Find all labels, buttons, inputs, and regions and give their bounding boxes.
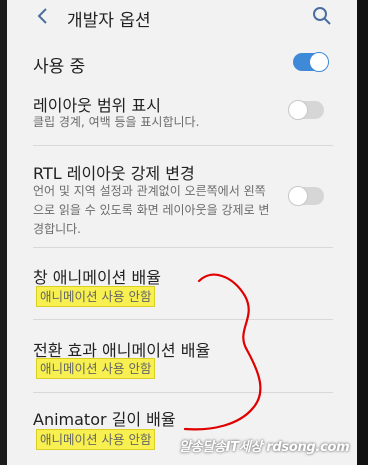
master-toggle-label: 사용 중 xyxy=(33,57,86,77)
item-title: 창 애니메이션 배율 xyxy=(33,268,161,287)
force-rtl-toggle[interactable] xyxy=(288,186,324,206)
page-title: 개발자 옵션 xyxy=(67,11,151,31)
item-value-highlighted: 애니메이션 사용 안함 xyxy=(36,429,156,450)
list-item-window-animation-scale[interactable]: 창 애니메이션 배율 애니메이션 사용 안함 xyxy=(7,258,357,310)
chevron-left-icon[interactable] xyxy=(33,5,55,27)
developer-options-master-row[interactable]: 사용 중 xyxy=(7,44,357,80)
list-item-show-layout-bounds[interactable]: 레이아웃 범위 표시 클립 경계, 여백 등을 표시합니다. xyxy=(7,88,357,138)
show-layout-bounds-toggle[interactable] xyxy=(288,100,324,120)
item-description: 언어 및 지역 설정과 관계없이 오른쪽에서 왼쪽으로 읽을 수 있도록 화면 … xyxy=(33,184,270,236)
app-bar: 개발자 옵션 xyxy=(7,0,357,34)
item-title: Animator 길이 배율 xyxy=(33,410,176,429)
divider xyxy=(33,247,333,248)
right-frame-edge xyxy=(357,0,368,465)
settings-screen: 개발자 옵션 사용 중 레이아웃 범위 표시 클립 경계, 여백 등을 표시합니… xyxy=(7,0,357,465)
item-description: 클립 경계, 여백 등을 표시합니다. xyxy=(33,115,200,129)
search-icon[interactable] xyxy=(312,6,332,26)
divider xyxy=(33,392,333,393)
divider xyxy=(33,145,333,146)
item-value-highlighted: 애니메이션 사용 안함 xyxy=(36,286,156,307)
master-toggle-switch[interactable] xyxy=(293,52,329,72)
item-value-highlighted: 애니메이션 사용 안함 xyxy=(36,358,156,379)
divider xyxy=(33,319,333,320)
item-title: RTL 레이아웃 강제 변경 xyxy=(33,164,195,183)
watermark-text: 알송달송IT세상 rdsong.com xyxy=(179,440,350,455)
toggle-knob xyxy=(288,100,308,120)
toggle-knob xyxy=(288,186,308,206)
list-item-transition-animation-scale[interactable]: 전환 효과 애니메이션 배율 애니메이션 사용 안함 xyxy=(7,332,357,382)
list-item-force-rtl[interactable]: RTL 레이아웃 강제 변경 언어 및 지역 설정과 관계없이 오른쪽에서 왼쪽… xyxy=(7,154,357,246)
toggle-knob xyxy=(309,52,329,72)
